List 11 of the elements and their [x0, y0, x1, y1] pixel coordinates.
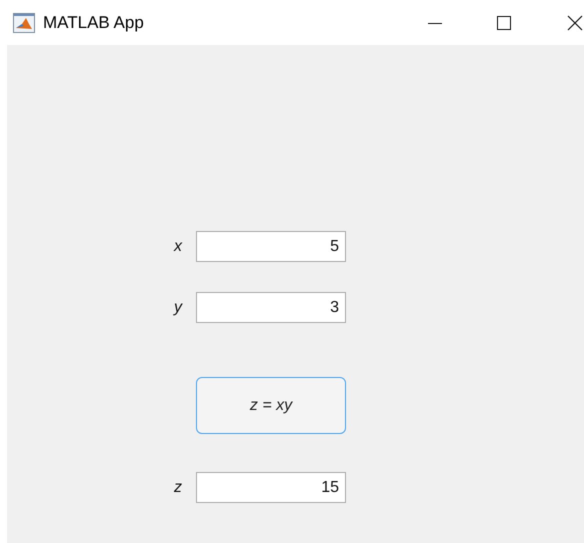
window-title: MATLAB App — [43, 12, 144, 32]
app-logo-icon — [13, 12, 35, 32]
field-label: z — [173, 478, 182, 496]
input-field[interactable]: 5 — [196, 231, 346, 262]
input-field[interactable]: 15 — [196, 472, 346, 503]
maximize-icon[interactable] — [496, 13, 512, 33]
field-label: x — [172, 238, 182, 256]
compute-button[interactable]: z = xy — [196, 377, 346, 434]
input-field[interactable]: 3 — [196, 292, 346, 323]
field-label: y — [172, 298, 182, 316]
close-icon[interactable] — [567, 13, 584, 33]
